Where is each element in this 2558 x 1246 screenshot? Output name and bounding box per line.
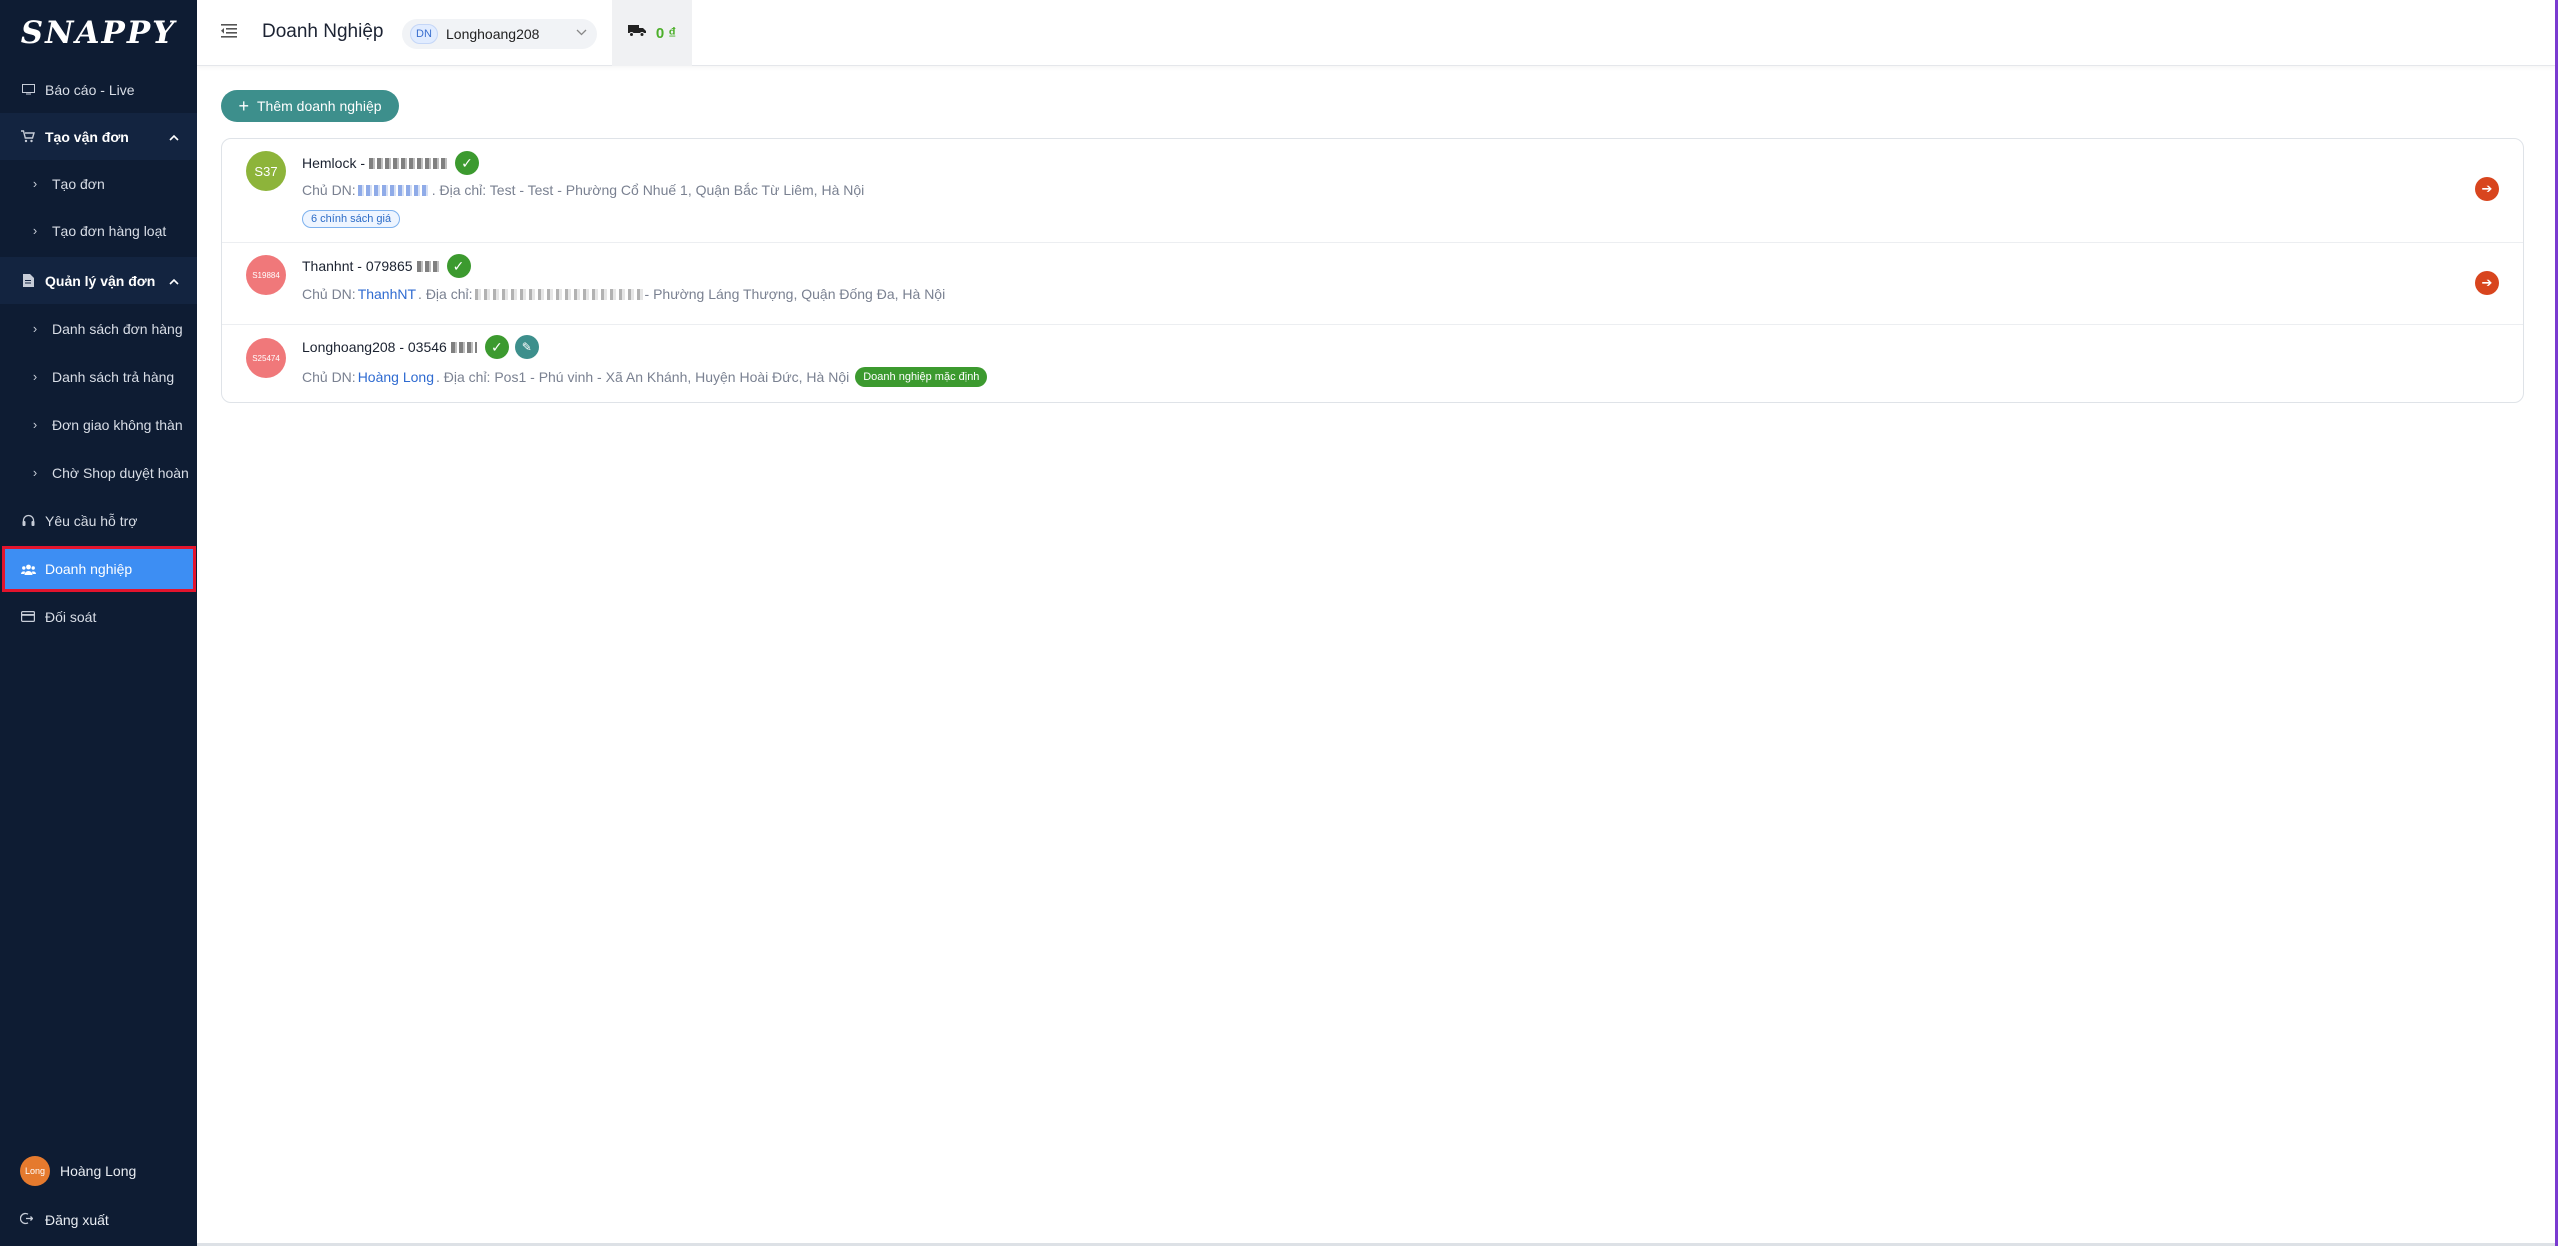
masked-phone: [450, 341, 477, 353]
logout-icon: [19, 1212, 36, 1228]
sidebar: SNAPPY Báo cáo - Live Tạo vận đơn › Tạo …: [0, 0, 197, 1246]
business-name: Thanhnt - 079865 ✓: [302, 254, 471, 278]
chevron-right-icon: ›: [32, 369, 38, 384]
business-name: Longhoang208 - 03546 ✓ ✎: [302, 335, 539, 359]
chevron-right-icon: ›: [32, 321, 38, 336]
sidebar-item-label: Đối soát: [45, 608, 97, 625]
logout-button[interactable]: Đăng xuất: [19, 1212, 109, 1228]
masked-phone: [416, 260, 439, 272]
add-business-button[interactable]: + Thêm doanh nghiệp: [221, 90, 399, 122]
sidebar-item-label: Danh sách đơn hàng: [52, 320, 183, 337]
business-avatar: S19884: [246, 255, 286, 295]
users-icon: [20, 561, 36, 577]
chevron-right-icon: ›: [32, 417, 38, 432]
sidebar-item-label: Quản lý vận đơn: [45, 272, 156, 289]
business-detail: Chủ DN: Hoàng Long . Địa chỉ: Pos1 - Phú…: [302, 367, 988, 387]
default-business-badge: Doanh nghiệp mặc định: [855, 367, 988, 387]
user-name: Hoàng Long: [60, 1163, 137, 1179]
business-avatar: S25474: [246, 338, 286, 378]
sidebar-item-label: Tạo đơn: [52, 175, 105, 192]
business-chip: DN: [410, 24, 438, 44]
cart-icon: [20, 129, 36, 145]
sidebar-item-bao-cao-live[interactable]: Báo cáo - Live: [0, 66, 197, 113]
sidebar-item-label: Yêu cầu hỗ trợ: [45, 512, 138, 529]
sidebar-item-danh-sach-don-hang[interactable]: › Danh sách đơn hàng: [0, 305, 197, 352]
sidebar-item-danh-sach-tra-hang[interactable]: › Danh sách trả hàng: [0, 353, 197, 400]
business-row[interactable]: S19884 Thanhnt - 079865 ✓ Chủ DN: ThanhN…: [222, 243, 2523, 324]
sidebar-item-don-giao-khong-thanh[interactable]: › Đơn giao không thàn: [0, 401, 197, 448]
masked-owner-name: [357, 184, 430, 196]
document-icon: [20, 273, 36, 289]
business-row[interactable]: S37 Hemlock - ✓ Chủ DN: . Địa chỉ: Test …: [222, 139, 2523, 242]
chevron-down-icon: [576, 25, 587, 39]
chevron-right-icon: ›: [32, 223, 38, 238]
chevron-up-icon: [169, 128, 179, 144]
card-icon: [20, 609, 36, 625]
sidebar-item-label: Chờ Shop duyệt hoàn: [52, 464, 189, 481]
monitor-icon: [20, 82, 36, 98]
sidebar-item-doanh-nghiep[interactable]: Doanh nghiệp: [2, 546, 196, 592]
verified-check-icon: ✓: [484, 335, 509, 359]
edit-pencil-icon[interactable]: ✎: [514, 335, 539, 359]
masked-phone: [369, 157, 448, 169]
business-select[interactable]: DN Longhoang208: [402, 19, 597, 49]
sidebar-item-cho-shop-duyet-hoan[interactable]: › Chờ Shop duyệt hoàn: [0, 449, 197, 496]
page-title: Doanh Nghiệp: [262, 21, 384, 42]
sidebar-item-label: Doanh nghiệp: [45, 561, 133, 577]
arrow-right-icon[interactable]: ➔: [2475, 177, 2499, 201]
business-avatar: S37: [246, 151, 286, 191]
main-content: + Thêm doanh nghiệp S37 Hemlock - ✓ Chủ …: [197, 66, 2558, 1246]
sidebar-group-tao-van-don[interactable]: Tạo vận đơn: [0, 113, 197, 160]
business-detail: Chủ DN: ThanhNT . Địa chỉ: - Phường Láng…: [302, 286, 946, 302]
sidebar-item-label: Tạo đơn hàng loạt: [52, 222, 167, 239]
arrow-right-icon[interactable]: ➔: [2475, 271, 2499, 295]
balance-amount: 0 ₫: [655, 24, 677, 42]
owner-link[interactable]: ThanhNT: [358, 286, 416, 302]
sidebar-item-doi-soat[interactable]: Đối soát: [0, 593, 197, 640]
chevron-up-icon: [169, 272, 179, 288]
headset-icon: [20, 513, 36, 529]
sidebar-item-label: Đơn giao không thàn: [52, 416, 183, 433]
user-profile[interactable]: Long Hoàng Long: [20, 1156, 136, 1186]
top-header: Doanh Nghiệp DN Longhoang208 0 ₫: [197, 0, 2558, 66]
business-detail: Chủ DN: . Địa chỉ: Test - Test - Phường …: [302, 182, 865, 198]
logout-label: Đăng xuất: [45, 1212, 109, 1228]
sidebar-item-label: Báo cáo - Live: [45, 81, 135, 98]
price-policy-tag[interactable]: 6 chính sách giá: [302, 210, 401, 228]
truck-icon: [627, 24, 646, 42]
sidebar-item-label: Tạo vận đơn: [45, 128, 129, 145]
business-name: Hemlock - ✓: [302, 151, 480, 175]
business-list: S37 Hemlock - ✓ Chủ DN: . Địa chỉ: Test …: [221, 138, 2524, 403]
business-row[interactable]: S25474 Longhoang208 - 03546 ✓ ✎ Chủ DN: …: [222, 325, 2523, 404]
add-business-label: Thêm doanh nghiệp: [256, 98, 382, 114]
sidebar-item-yeu-cau-ho-tro[interactable]: Yêu cầu hỗ trợ: [0, 497, 197, 544]
verified-check-icon: ✓: [446, 254, 471, 278]
verified-check-icon: ✓: [455, 151, 480, 175]
owner-link[interactable]: Hoàng Long: [358, 369, 434, 385]
avatar: Long: [20, 1156, 50, 1186]
sidebar-item-tao-don[interactable]: › Tạo đơn: [0, 160, 197, 207]
sidebar-group-quan-ly-van-don[interactable]: Quản lý vận đơn: [0, 257, 197, 304]
chevron-right-icon: ›: [32, 465, 38, 480]
sidebar-item-label: Danh sách trả hàng: [52, 368, 175, 385]
masked-address: [474, 288, 643, 300]
balance-widget[interactable]: 0 ₫: [612, 0, 692, 66]
snappy-logo[interactable]: SNAPPY: [0, 0, 197, 66]
sidebar-item-tao-don-hang-loat[interactable]: › Tạo đơn hàng loạt: [0, 207, 197, 254]
menu-toggle-icon[interactable]: [221, 22, 241, 42]
business-select-value: Longhoang208: [446, 26, 540, 42]
chevron-right-icon: ›: [32, 176, 38, 191]
plus-icon: +: [238, 96, 249, 116]
